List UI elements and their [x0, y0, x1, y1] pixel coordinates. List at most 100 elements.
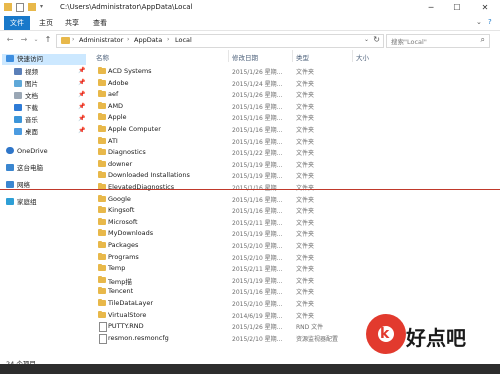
file-row[interactable]: aef 2015/1/26 星期... 文件夹 — [94, 89, 500, 100]
pin-icon[interactable]: 📌 — [78, 91, 85, 98]
sidebar-item-homegroup[interactable]: 家庭组 — [6, 197, 37, 208]
folder-icon — [98, 136, 106, 144]
sidebar-item-downloads[interactable]: 下载 — [14, 103, 38, 114]
pin-icon[interactable]: 📌 — [78, 127, 85, 134]
sidebar-item-quick-access[interactable]: 快速访问 — [2, 54, 86, 65]
file-date: 2015/1/19 星期... — [232, 161, 283, 169]
minimize-button[interactable]: ─ — [420, 0, 442, 16]
file-type: 文件夹 — [296, 138, 315, 146]
file-row[interactable]: Packages 2015/2/10 星期... 文件夹 — [94, 240, 500, 251]
up-button[interactable]: ↑ — [42, 34, 54, 46]
address-bar[interactable]: › Administrator › AppData › Local ⌄ ↻ — [56, 34, 384, 48]
file-row[interactable]: ACD Systems 2015/1/26 星期... 文件夹 — [94, 66, 500, 77]
overlay-red-line — [0, 189, 500, 190]
folder-icon — [98, 101, 106, 109]
new-folder-icon[interactable] — [28, 3, 36, 11]
close-button[interactable]: ✕ — [474, 0, 496, 16]
file-name: Apple Computer — [108, 125, 161, 133]
file-row[interactable]: Programs 2015/2/10 星期... 文件夹 — [94, 252, 500, 263]
breadcrumb-separator[interactable]: › — [167, 36, 169, 43]
column-header-type[interactable]: 类型 — [296, 52, 309, 62]
column-divider[interactable] — [352, 50, 353, 62]
file-row[interactable]: MyDownloads 2015/1/19 星期... 文件夹 — [94, 228, 500, 239]
music-folder-icon — [14, 116, 22, 123]
sidebar-item-desktop[interactable]: 桌面 — [14, 127, 38, 138]
file-date: 2015/1/24 星期... — [232, 80, 283, 88]
tab-view[interactable]: 查看 — [90, 16, 110, 30]
tab-file[interactable]: 文件 — [4, 16, 30, 30]
file-row[interactable]: Apple 2015/1/16 星期... 文件夹 — [94, 112, 500, 123]
file-row[interactable]: Downloaded Installations 2015/1/19 星期... 文… — [94, 170, 500, 181]
file-row[interactable]: downer 2015/1/19 星期... 文件夹 — [94, 159, 500, 170]
pin-icon[interactable]: 📌 — [78, 103, 85, 110]
column-header-name[interactable]: 名称 — [96, 52, 109, 62]
chevron-down-icon[interactable]: ⌄ — [476, 18, 482, 26]
pin-icon[interactable]: 📌 — [78, 115, 85, 122]
file-row[interactable]: Tencent 2015/1/16 星期... 文件夹 — [94, 286, 500, 297]
file-type: 文件夹 — [296, 301, 315, 308]
sidebar-item-this-pc[interactable]: 这台电脑 — [6, 163, 43, 174]
column-divider[interactable] — [228, 50, 229, 62]
file-row[interactable]: ATI 2015/1/16 星期... 文件夹 — [94, 136, 500, 147]
back-button[interactable]: ← — [4, 34, 16, 46]
search-icon: ⌕ — [480, 35, 485, 44]
documents-folder-icon — [14, 92, 22, 99]
file-type: 文件夹 — [296, 183, 314, 192]
file-row[interactable]: Apple Computer 2015/1/16 星期... 文件夹 — [94, 124, 500, 135]
tab-share[interactable]: 共享 — [62, 16, 82, 30]
maximize-button[interactable]: ☐ — [446, 0, 468, 16]
homegroup-icon — [6, 198, 14, 205]
refresh-icon[interactable]: ↻ — [373, 35, 380, 44]
file-row[interactable]: TileDataLayer 2015/2/10 星期... 文件夹 — [94, 298, 500, 309]
column-divider[interactable] — [292, 50, 293, 62]
sidebar-item-music[interactable]: 音乐 — [14, 115, 38, 126]
file-name: TileDataLayer — [108, 299, 154, 307]
breadcrumb-separator[interactable]: › — [72, 36, 74, 43]
file-date: 2015/1/16 星期... — [232, 103, 283, 111]
file-row[interactable]: Temp 2015/2/11 星期... 文件夹 — [94, 263, 500, 274]
file-date: 2015/1/26 星期... — [232, 324, 283, 332]
tab-home[interactable]: 主页 — [36, 16, 56, 30]
sidebar-item-videos[interactable]: 视频 — [14, 67, 38, 78]
breadcrumb-separator[interactable]: › — [127, 36, 129, 43]
column-header-date[interactable]: 修改日期 — [232, 52, 258, 62]
breadcrumb-local[interactable]: Local — [175, 36, 192, 44]
folder-icon — [98, 229, 106, 237]
column-header-size[interactable]: 大小 — [356, 52, 369, 62]
folder-icon — [98, 206, 106, 214]
file-row[interactable]: ElevatedDiagnostics2015/1/16 星期...文件夹 — [94, 182, 500, 193]
properties-icon[interactable] — [16, 3, 24, 12]
file-name: Kingsoft — [108, 206, 135, 215]
file-row[interactable]: Kingsoft 2015/1/16 星期... 文件夹 — [94, 205, 500, 216]
breadcrumb-appdata[interactable]: AppData — [134, 36, 162, 44]
file-row[interactable]: Adobe 2015/1/24 星期... 文件夹 — [94, 78, 500, 89]
recent-locations-button[interactable]: ⌄ — [30, 34, 42, 46]
file-row[interactable]: Diagnostics 2015/1/22 星期... 文件夹 — [94, 147, 500, 158]
sidebar-item-onedrive[interactable]: OneDrive — [6, 146, 48, 157]
pin-icon[interactable]: 📌 — [78, 79, 85, 86]
file-name: ATI — [108, 136, 118, 145]
sidebar-item-pictures[interactable]: 图片 — [14, 79, 38, 90]
chevron-down-icon[interactable]: ▾ — [40, 3, 48, 11]
title-bar: ▾ C:\Users\Administrator\AppData\Local ─… — [0, 0, 500, 16]
file-row[interactable]: Microsoft 2015/2/11 星期... 文件夹 — [94, 217, 500, 228]
watermark-text: 好点吧 — [406, 326, 466, 350]
file-date: 2015/1/26 星期... — [232, 69, 283, 76]
file-type: 文件夹 — [296, 92, 315, 100]
file-date: 2015/1/16 星期... — [232, 138, 283, 146]
folder-icon — [98, 171, 106, 179]
file-row[interactable]: Temp描 2015/1/19 星期... 文件夹 — [94, 275, 500, 286]
pin-icon[interactable]: 📌 — [78, 67, 85, 74]
file-type: 文件夹 — [296, 312, 315, 320]
file-name: Adobe — [108, 78, 129, 87]
file-name: Temp描 — [108, 277, 132, 286]
help-icon[interactable]: ? — [488, 18, 492, 26]
file-row[interactable]: VirtualStore 2014/6/19 星期... 文件夹 — [94, 310, 500, 321]
search-input[interactable]: 搜索"Local" ⌕ — [386, 34, 490, 48]
chevron-down-icon[interactable]: ⌄ — [364, 36, 369, 43]
sidebar-item-documents[interactable]: 文档 — [14, 91, 38, 102]
file-row[interactable]: Google 2015/1/16 星期... 文件夹 — [94, 194, 500, 205]
file-row[interactable]: AMD 2015/1/16 星期... 文件夹 — [94, 101, 500, 112]
breadcrumb-administrator[interactable]: Administrator — [79, 36, 123, 44]
forward-button[interactable]: → — [18, 34, 30, 46]
